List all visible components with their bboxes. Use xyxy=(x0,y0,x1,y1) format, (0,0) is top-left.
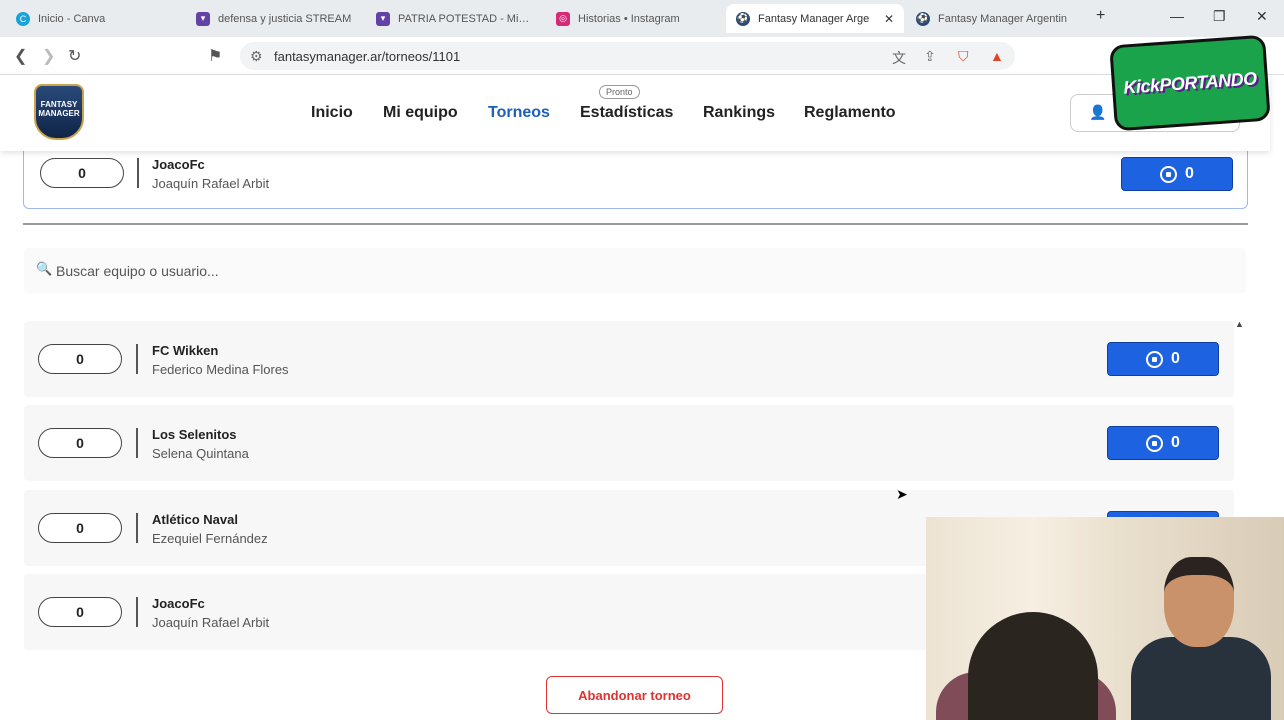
tab-fantasy-active[interactable]: ⚽ Fantasy Manager Arge ✕ xyxy=(726,4,904,33)
site-settings-icon[interactable]: ⚙ xyxy=(250,48,263,65)
kick-overlay-logo: KickPORTANDO xyxy=(1109,34,1271,132)
points-button[interactable]: 0 xyxy=(1107,426,1219,460)
search-icon: 🔍 xyxy=(36,261,53,276)
minimize-icon[interactable]: — xyxy=(1170,8,1184,24)
twitch-icon: ▾ xyxy=(376,11,390,26)
nav-inicio[interactable]: Inicio xyxy=(311,104,353,122)
translate-icon[interactable]: 文 xyxy=(892,48,906,68)
search-box: 🔍 xyxy=(24,248,1246,293)
kick-logo-text: KickPORTANDO xyxy=(1122,67,1258,98)
owner-name: Joaquín Rafael Arbit xyxy=(152,615,270,630)
mouse-cursor-icon: ➤ xyxy=(896,486,908,502)
person-right-shirt xyxy=(1131,637,1271,720)
team-name: Atlético Naval xyxy=(152,512,238,527)
team-name: FC Wikken xyxy=(152,343,219,358)
pronto-badge: Pronto xyxy=(599,85,640,99)
divider xyxy=(136,344,138,374)
person-left-head xyxy=(968,612,1098,720)
logo-text: FANTASY MANAGER xyxy=(38,100,80,118)
shield-icon[interactable]: ⛉ xyxy=(958,48,969,65)
close-window-icon[interactable]: ✕ xyxy=(1256,8,1268,25)
user-icon: 👤 xyxy=(1089,104,1107,120)
list-item: 0 Los Selenitos Selena Quintana 0 xyxy=(24,405,1234,481)
instagram-icon: ◎ xyxy=(556,11,570,26)
team-name: JoacoFc xyxy=(152,157,205,172)
webcam-overlay xyxy=(926,517,1284,720)
person-right-head xyxy=(1164,557,1234,647)
tab-label: Historias • Instagram xyxy=(578,12,680,25)
tab-patria[interactable]: ▾ PATRIA POTESTAD - Miniat xyxy=(366,4,544,33)
tab-label: Inicio - Canva xyxy=(38,12,106,25)
owner-name: Federico Medina Flores xyxy=(152,362,289,377)
new-tab-icon[interactable]: + xyxy=(1096,7,1105,25)
browser-tab-bar: C Inicio - Canva ▾ defensa y justicia ST… xyxy=(0,0,1284,37)
tab-instagram[interactable]: ◎ Historias • Instagram xyxy=(546,4,724,33)
points-button[interactable]: 0 xyxy=(1121,157,1233,191)
reload-icon[interactable]: ↻ xyxy=(68,46,81,66)
score-pill: 0 xyxy=(38,597,122,627)
divider xyxy=(137,158,139,188)
soccer-ball-icon xyxy=(1146,350,1164,368)
score-pill: 0 xyxy=(38,428,122,458)
bookmark-icon[interactable]: ⚑ xyxy=(208,46,222,66)
tab-label: Fantasy Manager Arge xyxy=(758,12,870,25)
points-value: 0 xyxy=(1185,165,1194,182)
nav-reglamento[interactable]: Reglamento xyxy=(804,104,896,122)
forward-icon[interactable]: ❯ xyxy=(42,46,55,66)
search-input[interactable] xyxy=(56,257,1206,285)
canva-icon: C xyxy=(16,11,30,26)
tab-fantasy[interactable]: ⚽ Fantasy Manager Argentin xyxy=(906,4,1084,33)
close-tab-icon[interactable]: ✕ xyxy=(884,12,894,26)
twitch-icon: ▾ xyxy=(196,11,210,26)
site-logo[interactable]: FANTASY MANAGER xyxy=(34,84,84,140)
tab-label: defensa y justicia STREAM xyxy=(218,12,352,25)
nav-mi-equipo[interactable]: Mi equipo xyxy=(383,104,458,122)
my-team-card: 0 JoacoFc Joaquín Rafael Arbit 0 xyxy=(23,141,1248,209)
score-pill: 0 xyxy=(38,344,122,374)
score-pill: 0 xyxy=(38,513,122,543)
divider xyxy=(136,597,138,627)
points-value: 0 xyxy=(1171,434,1180,451)
url-text: fantasymanager.ar/torneos/1101 xyxy=(274,49,461,64)
tab-canva[interactable]: C Inicio - Canva xyxy=(6,4,184,33)
share-icon[interactable]: ⇪ xyxy=(924,48,936,65)
list-item: 0 FC Wikken Federico Medina Flores 0 xyxy=(24,321,1234,397)
divider xyxy=(136,513,138,543)
alert-icon[interactable]: ▲ xyxy=(990,48,1004,64)
nav-torneos[interactable]: Torneos xyxy=(488,104,550,122)
tab-defensa[interactable]: ▾ defensa y justicia STREAM xyxy=(186,4,364,33)
owner-name: Selena Quintana xyxy=(152,446,249,461)
tab-label: Fantasy Manager Argentin xyxy=(938,12,1068,25)
url-field[interactable]: ⚙ fantasymanager.ar/torneos/1101 文 ⇪ ⛉ ▲ xyxy=(240,42,1015,70)
fantasy-icon: ⚽ xyxy=(916,11,930,26)
score-pill: 0 xyxy=(40,158,124,188)
divider xyxy=(136,428,138,458)
restore-icon[interactable]: ❐ xyxy=(1213,8,1226,25)
section-divider xyxy=(23,223,1248,225)
tab-label: PATRIA POTESTAD - Miniat xyxy=(398,12,534,25)
points-value: 0 xyxy=(1171,350,1180,367)
sort-caret-icon[interactable]: ▲ xyxy=(1235,319,1244,329)
soccer-ball-icon xyxy=(1146,434,1164,452)
abandon-tournament-button[interactable]: Abandonar torneo xyxy=(546,676,723,714)
back-icon[interactable]: ❮ xyxy=(14,46,27,66)
soccer-ball-icon xyxy=(1160,165,1178,183)
nav-estadisticas[interactable]: Estadísticas xyxy=(580,104,673,122)
owner-name: Joaquín Rafael Arbit xyxy=(152,176,270,191)
site-header: FANTASY MANAGER Inicio Mi equipo Torneos… xyxy=(0,75,1270,151)
address-bar: ❮ ❯ ↻ ⚑ ⚙ fantasymanager.ar/torneos/1101… xyxy=(0,37,1284,75)
fantasy-icon: ⚽ xyxy=(736,11,750,26)
team-name: JoacoFc xyxy=(152,596,205,611)
nav-rankings[interactable]: Rankings xyxy=(703,104,775,122)
points-button[interactable]: 0 xyxy=(1107,342,1219,376)
owner-name: Ezequiel Fernández xyxy=(152,531,268,546)
team-name: Los Selenitos xyxy=(152,427,237,442)
